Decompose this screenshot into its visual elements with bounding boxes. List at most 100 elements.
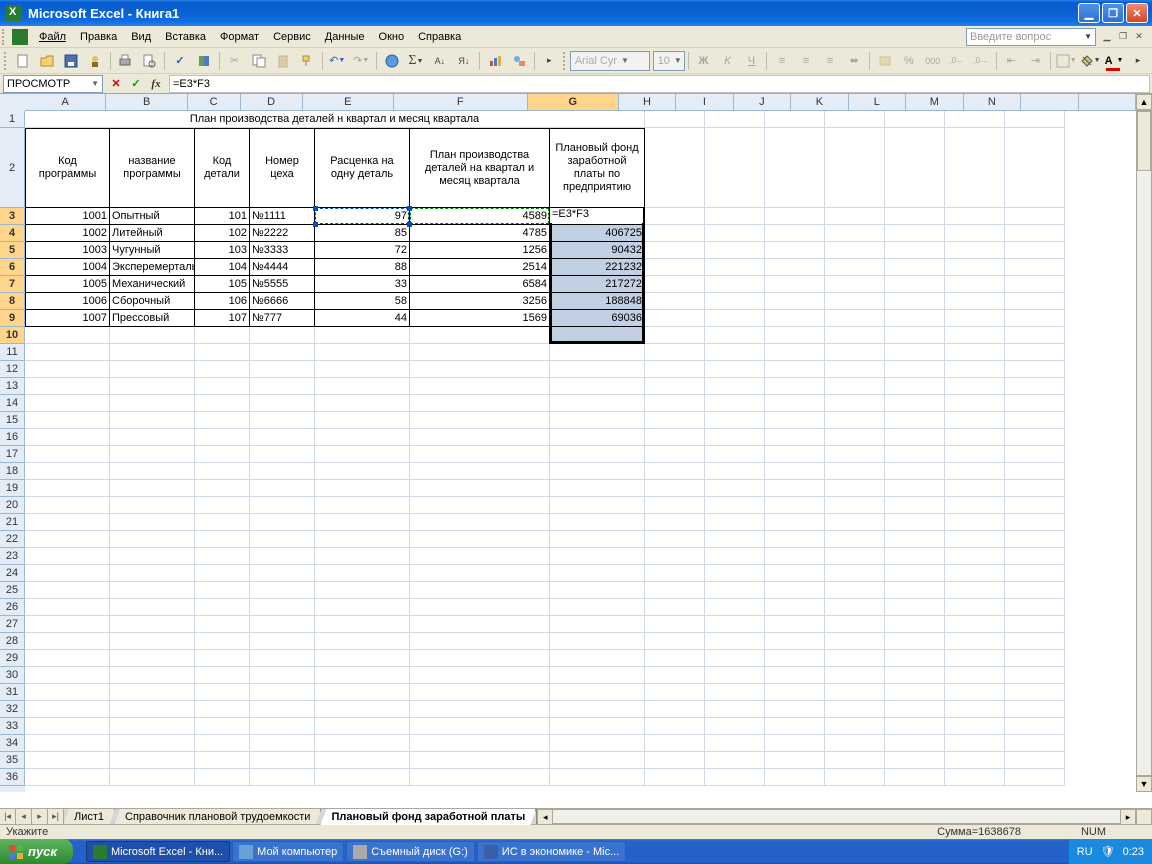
horizontal-scrollbar[interactable]: ◂ ▸	[536, 809, 1136, 824]
cell[interactable]	[945, 429, 1005, 446]
cell[interactable]	[110, 599, 195, 616]
cell[interactable]	[885, 667, 945, 684]
cell[interactable]	[885, 276, 945, 293]
cell[interactable]	[550, 548, 645, 565]
cell[interactable]	[410, 531, 550, 548]
cell[interactable]	[645, 429, 705, 446]
cell[interactable]	[110, 616, 195, 633]
cell[interactable]	[195, 565, 250, 582]
cell[interactable]	[315, 752, 410, 769]
cell[interactable]	[195, 395, 250, 412]
cell[interactable]	[885, 650, 945, 667]
cell[interactable]	[765, 111, 825, 128]
cell[interactable]: №2222	[250, 225, 315, 242]
cell[interactable]	[195, 514, 250, 531]
cell[interactable]	[315, 514, 410, 531]
cell[interactable]	[825, 735, 885, 752]
cell[interactable]	[550, 701, 645, 718]
cell[interactable]: 4589	[410, 208, 550, 225]
cell[interactable]	[550, 395, 645, 412]
paste-icon[interactable]	[272, 50, 294, 72]
toolbar-grip-1[interactable]	[4, 52, 9, 70]
cell[interactable]	[885, 565, 945, 582]
cell[interactable]	[550, 633, 645, 650]
cell[interactable]	[945, 310, 1005, 327]
cell[interactable]	[825, 111, 885, 128]
taskbar-item-removable[interactable]: Съемный диск (G:)	[346, 841, 475, 862]
cell[interactable]	[825, 650, 885, 667]
col-header-C[interactable]: C	[188, 94, 241, 111]
cell[interactable]	[25, 718, 110, 735]
row-header-13[interactable]: 13	[0, 378, 25, 395]
cell[interactable]: название программы	[110, 128, 195, 208]
cell[interactable]	[110, 735, 195, 752]
comma-icon[interactable]: 000	[922, 50, 944, 72]
cell[interactable]: №1111	[250, 208, 315, 225]
cell[interactable]	[765, 650, 825, 667]
col-header-N[interactable]: N	[964, 94, 1021, 111]
cell[interactable]: 6584	[410, 276, 550, 293]
cell[interactable]	[765, 735, 825, 752]
cell[interactable]	[550, 718, 645, 735]
row-header-4[interactable]: 4	[0, 225, 25, 242]
cell[interactable]	[885, 208, 945, 225]
cell[interactable]	[765, 208, 825, 225]
cell[interactable]	[945, 446, 1005, 463]
cell[interactable]	[1005, 514, 1065, 531]
cell[interactable]	[25, 769, 110, 786]
sheet-tab-2[interactable]: Плановый фонд заработной платы	[320, 809, 536, 825]
cell[interactable]	[410, 412, 550, 429]
cell[interactable]	[315, 344, 410, 361]
cell[interactable]	[885, 616, 945, 633]
cell[interactable]: 1005	[25, 276, 110, 293]
cell[interactable]: Механический	[110, 276, 195, 293]
cell[interactable]	[315, 684, 410, 701]
cell[interactable]: 221232	[550, 259, 645, 276]
cell[interactable]	[885, 582, 945, 599]
cell[interactable]: 1006	[25, 293, 110, 310]
cell[interactable]	[645, 667, 705, 684]
cell[interactable]: 72	[315, 242, 410, 259]
cell[interactable]	[645, 412, 705, 429]
cell[interactable]	[645, 310, 705, 327]
cell[interactable]: 3256	[410, 293, 550, 310]
cell[interactable]	[825, 565, 885, 582]
cell[interactable]	[1005, 752, 1065, 769]
cell[interactable]	[250, 701, 315, 718]
cell[interactable]	[1005, 208, 1065, 225]
col-header-F[interactable]: F	[394, 94, 528, 111]
row-header-14[interactable]: 14	[0, 395, 25, 412]
cell[interactable]	[765, 497, 825, 514]
cell[interactable]	[410, 395, 550, 412]
cell[interactable]: 406725	[550, 225, 645, 242]
cell[interactable]	[110, 480, 195, 497]
cell[interactable]: 2514	[410, 259, 550, 276]
cell[interactable]	[25, 701, 110, 718]
cell[interactable]	[315, 378, 410, 395]
cell[interactable]	[825, 633, 885, 650]
cell[interactable]	[945, 395, 1005, 412]
row-header-31[interactable]: 31	[0, 684, 25, 701]
cell[interactable]	[885, 242, 945, 259]
cell[interactable]	[110, 412, 195, 429]
cell[interactable]	[315, 701, 410, 718]
cell[interactable]: 1002	[25, 225, 110, 242]
cell[interactable]: Опытный	[110, 208, 195, 225]
cell[interactable]	[1005, 599, 1065, 616]
cell[interactable]	[705, 446, 765, 463]
range-handle[interactable]	[313, 222, 318, 227]
decrease-decimal-icon[interactable]: ,0→	[970, 50, 992, 72]
menubar-grip[interactable]	[2, 29, 8, 45]
print-preview-icon[interactable]	[138, 50, 160, 72]
cell[interactable]: 4785	[410, 225, 550, 242]
cell[interactable]	[550, 667, 645, 684]
cell[interactable]	[945, 361, 1005, 378]
taskbar-item-word[interactable]: ИС в экономике - Mic...	[477, 841, 626, 862]
cell[interactable]	[110, 514, 195, 531]
font-size-combo[interactable]: 10▼	[653, 51, 685, 71]
cell[interactable]	[315, 582, 410, 599]
cell[interactable]	[945, 650, 1005, 667]
open-icon[interactable]	[36, 50, 58, 72]
col-header-B[interactable]: B	[106, 94, 187, 111]
row-header-1[interactable]: 1	[0, 111, 25, 128]
